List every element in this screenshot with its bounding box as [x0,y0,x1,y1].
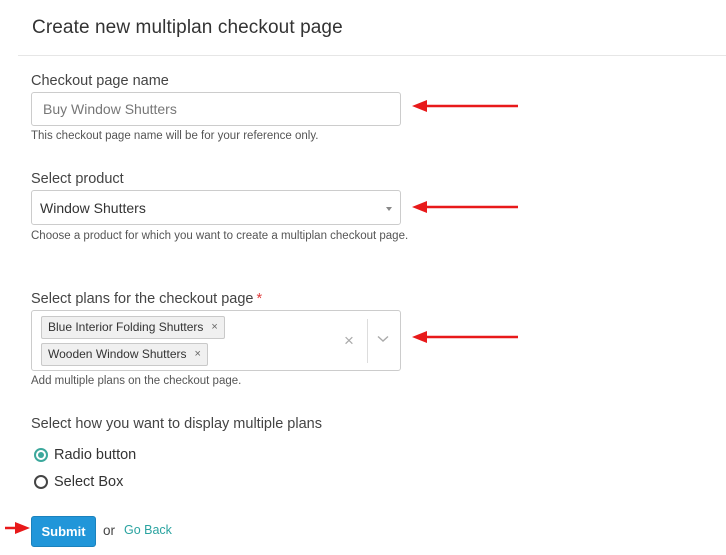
radio-option-label: Radio button [54,447,137,463]
clear-all-icon[interactable]: × [344,332,354,349]
radio-option-select-box[interactable]: Select Box [34,474,123,490]
remove-chip-icon[interactable]: × [195,344,201,365]
plan-chip: Blue Interior Folding Shutters × [41,316,225,339]
display-label: Select how you want to display multiple … [31,416,322,432]
product-select-value: Window Shutters [40,200,146,216]
plan-chip: Wooden Window Shutters × [41,343,208,366]
plans-multiselect[interactable]: Blue Interior Folding Shutters × Wooden … [31,310,401,371]
plan-chip-label: Wooden Window Shutters [48,347,187,361]
or-text: or [103,523,116,538]
caret-down-icon [386,207,392,211]
plans-label-text: Select plans for the checkout page [31,291,254,307]
remove-chip-icon[interactable]: × [211,317,217,338]
chevron-down-icon[interactable] [377,334,389,344]
go-back-link[interactable]: Go Back [124,523,172,537]
page-title: Create new multiplan checkout page [32,17,343,38]
product-label: Select product [31,171,124,187]
select-divider [367,319,368,363]
right-arrow-icon [5,522,30,534]
plan-chip-label: Blue Interior Folding Shutters [48,320,204,334]
radio-option-radio-button[interactable]: Radio button [34,447,136,463]
radio-unselected-icon[interactable] [34,475,48,489]
plans-help: Add multiple plans on the checkout page. [31,375,242,387]
submit-button[interactable]: Submit [31,516,96,547]
left-arrow-icon [412,100,518,112]
plans-label: Select plans for the checkout page * [31,291,262,307]
checkout-name-label: Checkout page name [31,73,169,89]
page-header: Create new multiplan checkout page [18,0,726,56]
checkout-name-help: This checkout page name will be for your… [31,130,319,142]
product-help: Choose a product for which you want to c… [31,230,409,242]
product-select[interactable]: Window Shutters [31,190,401,225]
required-mark: * [256,291,263,307]
radio-option-label: Select Box [54,474,124,490]
checkout-name-input[interactable] [31,92,401,126]
left-arrow-icon [412,201,518,213]
radio-selected-icon[interactable] [34,448,48,462]
left-arrow-icon [412,331,518,343]
